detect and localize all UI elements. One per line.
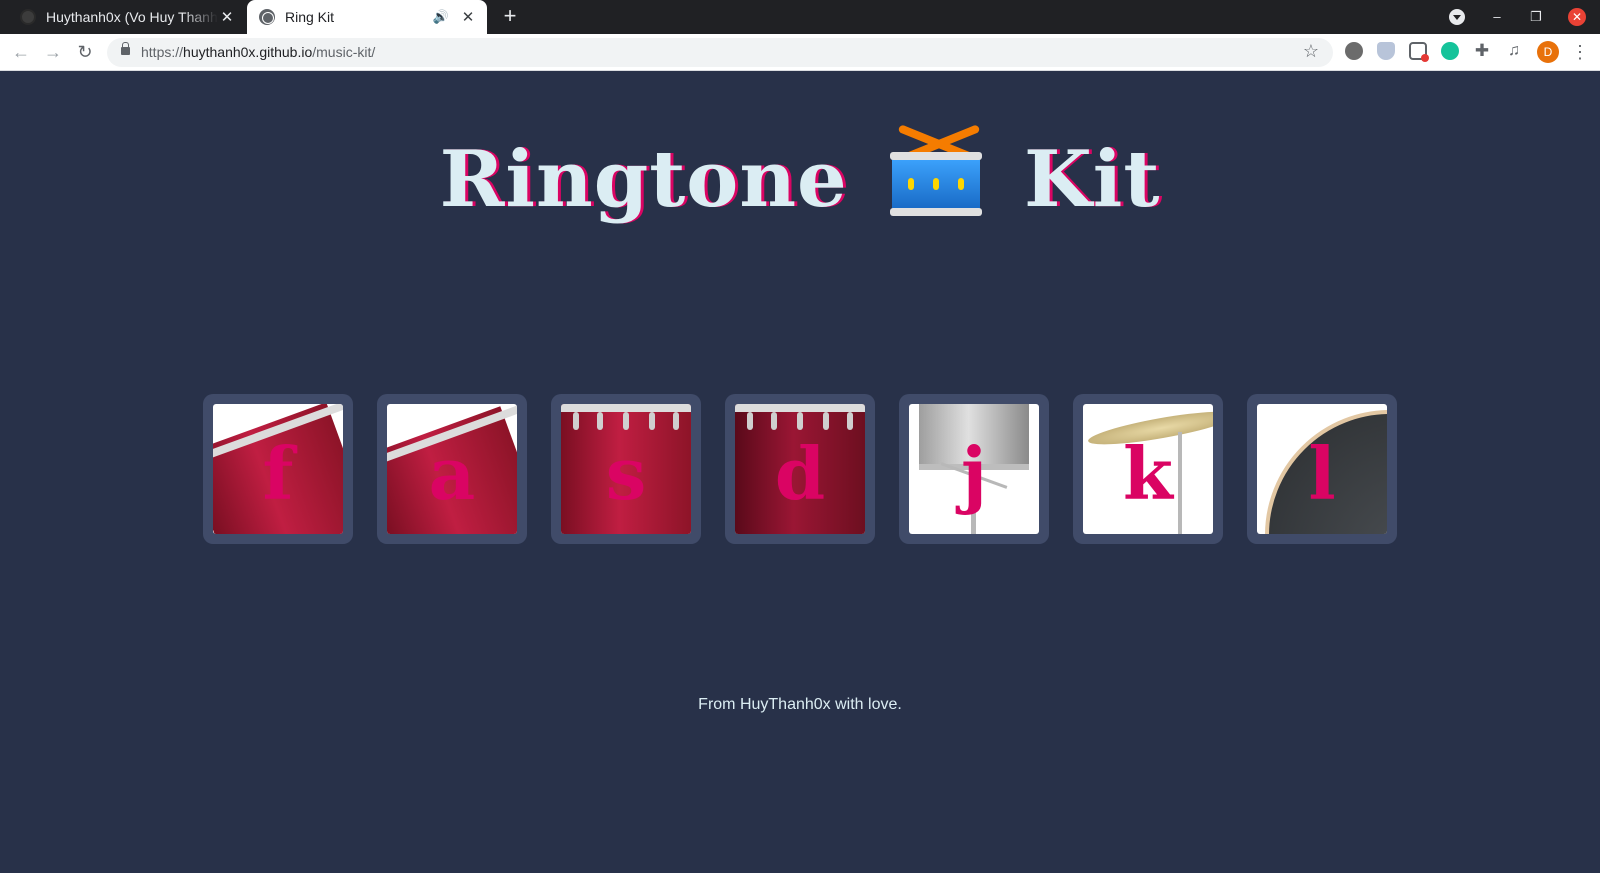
close-tab-icon[interactable]: ✕	[459, 8, 477, 26]
globe-icon	[259, 9, 275, 25]
tab-github-profile[interactable]: Huythanh0x (Vo Huy Thanh) ✕	[8, 0, 246, 34]
puzzle-icon[interactable]: ✚	[1473, 42, 1491, 60]
key-letter: s	[605, 431, 647, 516]
tom-drum-image: a	[387, 404, 517, 534]
drum-key-l[interactable]: l	[1247, 394, 1397, 544]
url-scheme: https://	[141, 44, 184, 60]
drum-key-a[interactable]: a	[377, 394, 527, 544]
github-icon	[20, 9, 36, 25]
tab-title: Huythanh0x (Vo Huy Thanh)	[46, 9, 218, 25]
link-blocker-icon[interactable]	[1409, 42, 1429, 62]
key-letter: l	[1308, 431, 1336, 516]
footer-credit: From HuyThanh0x with love.	[698, 696, 902, 713]
page-title: Ringtone Kit	[0, 124, 1600, 225]
drum-key-d[interactable]: d	[725, 394, 875, 544]
media-queue-icon[interactable]: ♫	[1505, 42, 1523, 60]
tab-title: Ring Kit	[285, 9, 335, 25]
window-close-icon[interactable]: ✕	[1568, 8, 1586, 26]
address-bar[interactable]: https://huythanh0x.github.io/music-kit/ …	[107, 38, 1333, 67]
snare-drum-image: j	[909, 404, 1039, 534]
drum-key-k[interactable]: k	[1073, 394, 1223, 544]
lock-icon[interactable]	[121, 42, 130, 55]
drum-lug-shape	[907, 178, 914, 190]
key-letter: j	[960, 431, 988, 516]
tab-ring-kit[interactable]: Ring Kit 🔊 ✕	[247, 0, 487, 34]
shield-icon[interactable]	[1377, 42, 1395, 60]
tab-search-icon[interactable]	[1449, 9, 1465, 25]
drum-key-s[interactable]: s	[551, 394, 701, 544]
key-letter: f	[262, 431, 294, 516]
drum-icon	[889, 124, 982, 216]
forward-arrow-icon[interactable]: →	[42, 41, 64, 63]
profile-avatar[interactable]: D	[1537, 41, 1559, 63]
url-path: /music-kit/	[312, 44, 376, 60]
restore-icon[interactable]: ❐	[1527, 8, 1545, 26]
title-word-kit: Kit	[1023, 134, 1161, 225]
page-body: Ringtone Kit f a s d j k l From HuyThanh…	[0, 71, 1600, 873]
key-letter: k	[1123, 431, 1173, 516]
close-tab-icon[interactable]: ✕	[218, 8, 236, 26]
key-letter: d	[774, 431, 826, 516]
new-tab-button[interactable]: +	[498, 5, 522, 29]
tab-strip: Huythanh0x (Vo Huy Thanh) ✕ Ring Kit 🔊 ✕…	[0, 0, 1600, 34]
key-letter: a	[428, 431, 476, 516]
kick-drum-image: l	[1257, 404, 1387, 534]
menu-dots-icon[interactable]: ⋮	[1571, 40, 1589, 64]
grammarly-icon[interactable]	[1441, 42, 1459, 60]
cymbal-image: k	[1083, 404, 1213, 534]
back-arrow-icon[interactable]: ←	[10, 41, 32, 63]
reload-icon[interactable]: ↻	[74, 41, 96, 63]
url-text[interactable]: https://huythanh0x.github.io/music-kit/	[141, 44, 375, 60]
speaker-icon[interactable]: 🔊	[433, 9, 449, 25]
floor-tom-image: d	[735, 404, 865, 534]
drum-lug-shape	[932, 178, 939, 190]
minimize-icon[interactable]: –	[1488, 8, 1506, 26]
title-word-ringtone: Ringtone	[439, 134, 848, 225]
floor-tom-image: s	[561, 404, 691, 534]
drum-rim-shape	[889, 208, 982, 216]
drum-key-f[interactable]: f	[203, 394, 353, 544]
drum-lug-shape	[957, 178, 964, 190]
extension-icon[interactable]	[1345, 42, 1363, 60]
drum-key-row: f a s d j k l	[203, 394, 1397, 544]
drum-rim-shape	[889, 152, 982, 160]
bookmark-star-icon[interactable]: ☆	[1303, 41, 1319, 62]
url-host: huythanh0x.github.io	[183, 44, 313, 60]
tom-drum-image: f	[213, 404, 343, 534]
drum-key-j[interactable]: j	[899, 394, 1049, 544]
